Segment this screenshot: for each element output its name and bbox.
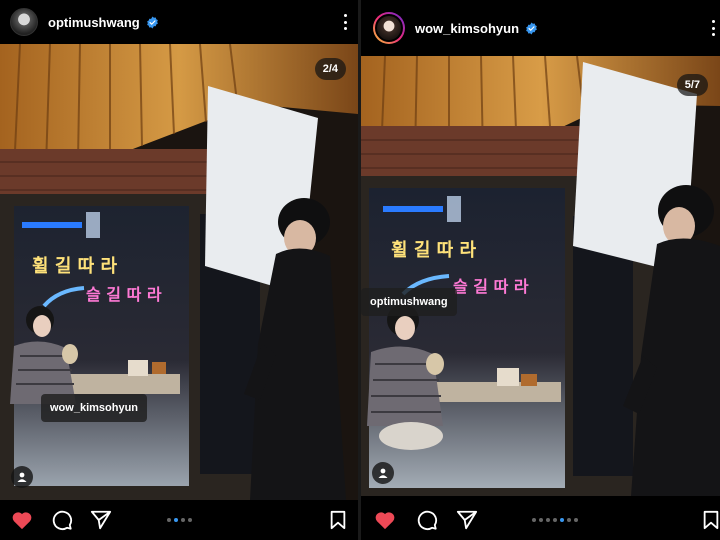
carousel-dots — [532, 518, 578, 522]
scene-image: 휠 길 따 라 슬 길 따 라 — [0, 44, 358, 500]
user-tag[interactable]: optimushwang — [361, 288, 457, 316]
neon-sign-line1: 휠 길 따 라 — [391, 239, 476, 261]
carousel-dot — [167, 518, 171, 522]
post-header: optimushwang — [0, 0, 358, 44]
send-icon[interactable] — [455, 509, 479, 531]
user-tag-icon[interactable] — [11, 466, 33, 488]
user-tag-icon[interactable] — [372, 462, 394, 484]
carousel-dots — [167, 518, 192, 522]
bookmark-icon[interactable] — [326, 509, 350, 531]
carousel-counter: 5/7 — [676, 74, 708, 96]
verified-badge-icon — [146, 16, 158, 28]
action-bar — [0, 500, 358, 540]
more-options-icon[interactable] — [710, 18, 716, 38]
username[interactable]: optimushwang — [48, 15, 140, 30]
carousel-dot — [532, 518, 536, 522]
heart-icon[interactable] — [373, 509, 397, 531]
carousel-dot — [181, 518, 185, 522]
carousel-dot — [567, 518, 571, 522]
carousel-counter: 2/4 — [314, 58, 346, 80]
user-tag[interactable]: wow_kimsohyun — [41, 394, 148, 422]
neon-sign-line1: 휠 길 따 라 — [32, 255, 117, 277]
more-options-icon[interactable] — [342, 12, 348, 32]
heart-icon[interactable] — [10, 509, 34, 531]
carousel-dot — [188, 518, 192, 522]
carousel-dot-active — [174, 518, 178, 522]
bookmark-icon[interactable] — [699, 509, 720, 531]
post-photo[interactable]: 휠 길 따 라 슬 길 따 라 2/4 wow_kimsohyun — [0, 44, 358, 500]
carousel-dot — [539, 518, 543, 522]
neon-sign-line2: 슬 길 따 라 — [453, 277, 529, 296]
post-header: wow_kimsohyun — [361, 0, 720, 56]
carousel-dot — [553, 518, 557, 522]
verified-badge-icon — [526, 22, 537, 34]
post-optimushwang: optimushwang 휠 길 따 라 슬 길 따 라 2/4 wow_kim… — [0, 0, 358, 540]
username[interactable]: wow_kimsohyun — [415, 21, 519, 36]
carousel-dot — [574, 518, 578, 522]
carousel-dot-active — [560, 518, 564, 522]
comment-icon[interactable] — [50, 509, 74, 531]
avatar[interactable] — [10, 8, 38, 36]
carousel-dot — [546, 518, 550, 522]
post-wow-kimsohyun: wow_kimsohyun 휠 길 따 라 슬 길 따 라 5/7 optimu… — [361, 0, 720, 540]
avatar[interactable] — [373, 12, 405, 44]
scene-image: 휠 길 따 라 슬 길 따 라 — [361, 56, 720, 496]
send-icon[interactable] — [89, 509, 113, 531]
action-bar — [361, 500, 720, 540]
neon-sign-line2: 슬 길 따 라 — [86, 285, 162, 304]
post-photo[interactable]: 휠 길 따 라 슬 길 따 라 5/7 optimushwang — [361, 56, 720, 496]
comment-icon[interactable] — [415, 509, 439, 531]
